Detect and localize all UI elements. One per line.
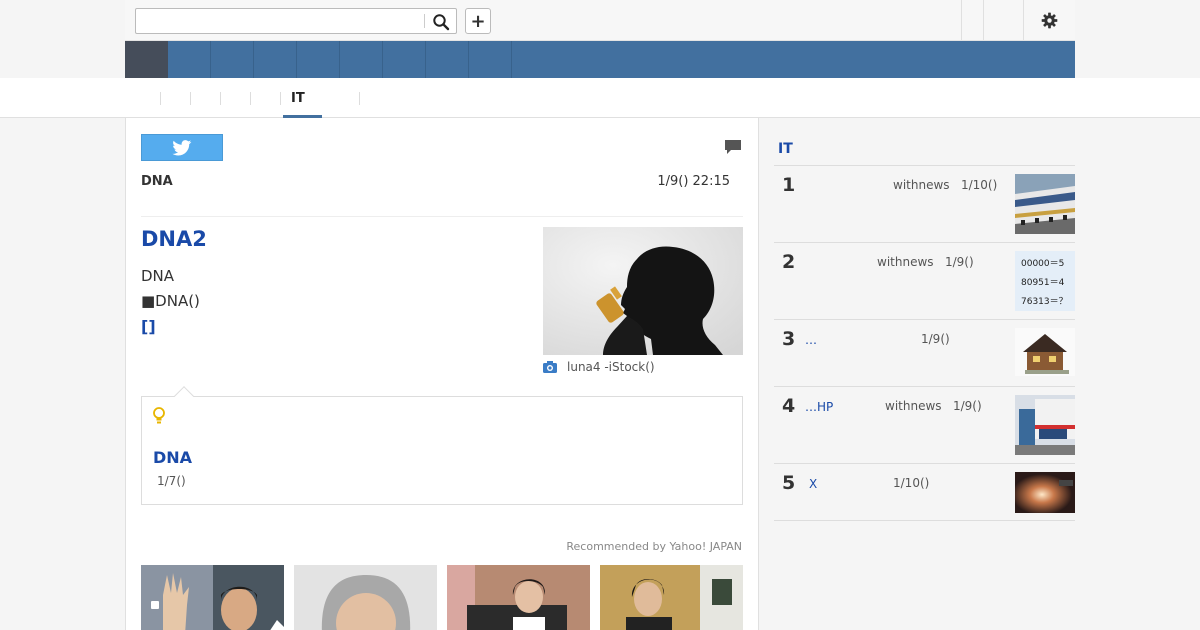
rank-date: 1/9() (952, 399, 982, 413)
rank-thumbnail (1015, 328, 1075, 376)
rank-date: 1/9() (944, 255, 974, 269)
buses-image (1015, 174, 1075, 234)
ranking-title: IT (778, 141, 793, 157)
article-photo[interactable] (543, 227, 743, 355)
category-tab[interactable] (251, 78, 281, 118)
callout-notch (174, 386, 194, 406)
recommended-thumb[interactable] (447, 565, 590, 630)
category-tab[interactable] (161, 78, 191, 118)
top-bar: + (125, 0, 1075, 41)
article-source[interactable]: DNA (141, 174, 173, 189)
rank-thumbnail (1015, 174, 1075, 234)
ambulance-image (1015, 395, 1075, 455)
category-tab[interactable] (125, 78, 161, 118)
silhouette-image (543, 227, 743, 355)
rank-title: … (805, 333, 817, 347)
article-column: DNA 1/9() 22:15 DNA2 DNA ■DNA() [] luna4… (125, 118, 759, 630)
rank-thumbnail: 00000＝5 80951＝4 76313＝？ (1015, 251, 1075, 311)
nav-item[interactable] (426, 41, 469, 78)
thumbnail-image (141, 565, 284, 630)
search-divider (424, 14, 425, 28)
divider (774, 520, 1075, 521)
puzzle-line: 80951＝4 (1021, 278, 1065, 288)
category-tab[interactable] (191, 78, 221, 118)
search-box (135, 8, 457, 34)
search-input[interactable] (136, 9, 422, 33)
rank-title: X (809, 477, 818, 491)
rank-thumbnail (1015, 472, 1075, 513)
twitter-share-button[interactable] (141, 134, 223, 161)
article-summary: DNA (141, 267, 175, 285)
ranking-item[interactable]: 5 X 1/10() (774, 464, 1075, 520)
top-bar-slot[interactable] (961, 0, 983, 40)
rank-date: 1/9() (921, 332, 950, 346)
ranking-item[interactable]: 1 withnews 1/10() (774, 166, 1075, 243)
rank-source: withnews 1/9() (885, 399, 982, 413)
rank-date: 1/10() (893, 476, 930, 490)
article-summary: ■DNA() (141, 292, 200, 310)
thumbnail-image (294, 565, 437, 630)
rank-date: 1/10() (960, 178, 998, 192)
ranking-sidebar: IT 1 withnews 1/10() 2 withnews 1/9() 00… (759, 118, 1075, 630)
read-more-link[interactable]: [] (141, 317, 156, 336)
article-date: 1/9() 22:15 (657, 174, 730, 189)
recommended-thumb[interactable] (600, 565, 743, 630)
category-tab[interactable] (322, 78, 360, 118)
puzzle-line: 76313＝？ (1021, 297, 1068, 307)
top-bar-slot[interactable] (983, 0, 1023, 40)
rank-number: 4 (782, 395, 796, 417)
comment-icon[interactable] (724, 138, 742, 156)
ranking-item[interactable]: 2 withnews 1/9() 00000＝5 80951＝4 76313＝？ (774, 243, 1075, 319)
camera-icon (543, 361, 557, 373)
twitter-icon (172, 139, 192, 156)
rank-source: withnews 1/9() (877, 255, 974, 269)
photo-credit: luna4 -iStock() (543, 360, 655, 374)
nav-item[interactable] (469, 41, 512, 78)
rank-number: 5 (782, 472, 796, 494)
insight-title[interactable]: DNA (153, 448, 192, 467)
top-bar-right (961, 0, 1075, 40)
lightbulb-icon (153, 407, 165, 424)
rank-number: 2 (782, 251, 796, 273)
recommended-thumb[interactable] (141, 565, 284, 630)
insight-date: 1/7() (157, 474, 186, 488)
divider (141, 216, 743, 217)
add-button[interactable]: + (465, 8, 491, 34)
nav-item[interactable] (254, 41, 297, 78)
ranking-item[interactable]: 4 …HP withnews 1/9() (774, 387, 1075, 463)
category-tab[interactable] (221, 78, 251, 118)
nav-item[interactable] (297, 41, 340, 78)
thumbnail-image (600, 565, 743, 630)
nav-item[interactable] (383, 41, 426, 78)
rank-thumbnail (1015, 395, 1075, 455)
category-tab-label: IT (291, 90, 305, 106)
thumbnail-image (447, 565, 590, 630)
recommended-label: Recommended by Yahoo! JAPAN (566, 540, 742, 553)
nav-item[interactable] (340, 41, 383, 78)
recommended-list (141, 565, 743, 630)
category-tabs: IT (125, 78, 360, 118)
recommended-thumb[interactable] (294, 565, 437, 630)
rank-number: 3 (782, 328, 796, 350)
rank-source: withnews 1/10() (893, 178, 998, 192)
house-image (1015, 328, 1075, 376)
add-button-label: + (470, 10, 486, 32)
ranking-item[interactable]: 3 … 1/9() (774, 320, 1075, 386)
puzzle-line: 00000＝5 (1021, 259, 1065, 269)
rank-title: …HP (805, 400, 834, 414)
related-insight-box: DNA 1/7() (141, 386, 743, 505)
settings-button[interactable] (1023, 0, 1075, 40)
nav-item[interactable] (168, 41, 211, 78)
main-nav (125, 41, 1075, 78)
gear-icon (1041, 12, 1058, 28)
article-headline[interactable]: DNA2 (141, 227, 207, 251)
rank-number: 1 (782, 174, 796, 196)
launch-image (1015, 472, 1075, 513)
category-tab-it[interactable]: IT (283, 78, 322, 118)
search-icon[interactable] (432, 13, 450, 31)
nav-home[interactable] (125, 41, 168, 78)
nav-item[interactable] (211, 41, 254, 78)
photo-credit-text: luna4 -iStock() (567, 360, 655, 374)
